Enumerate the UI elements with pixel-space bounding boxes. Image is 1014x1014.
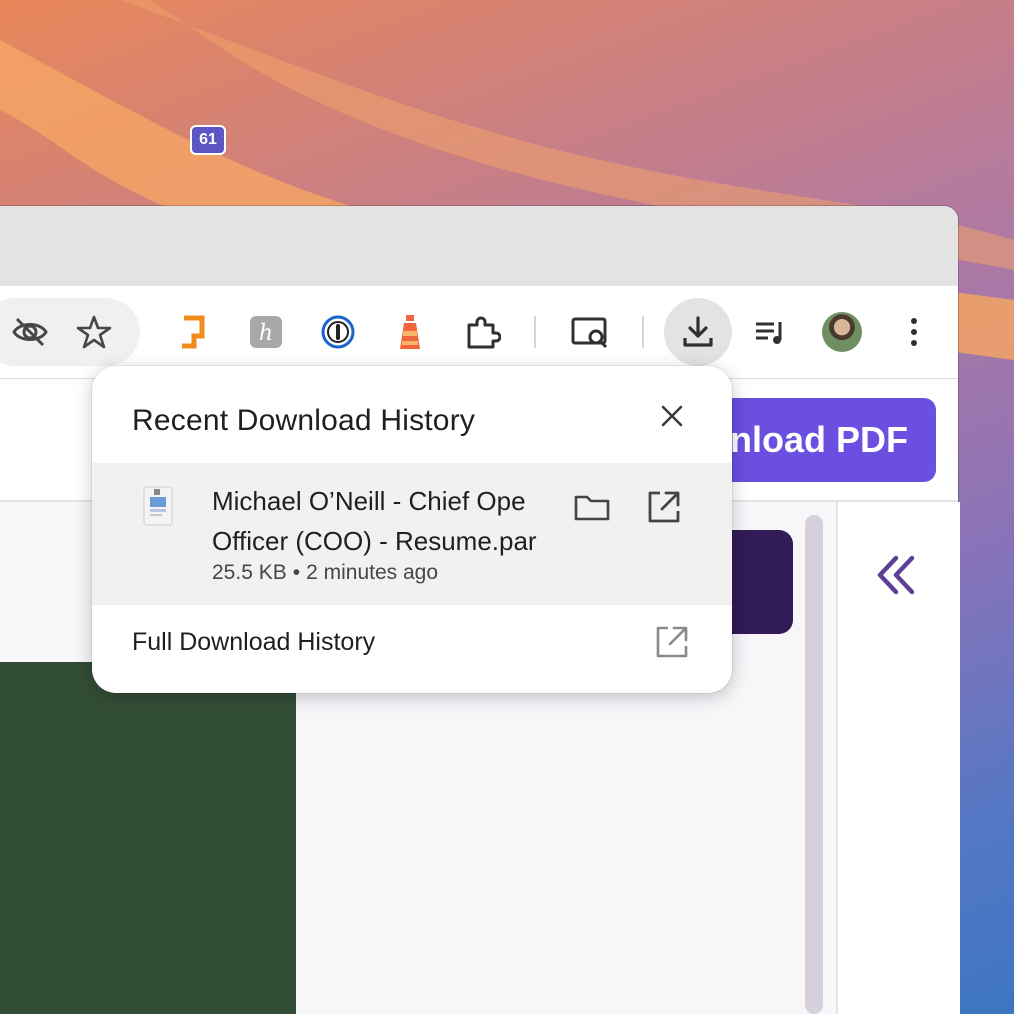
screen-search-icon[interactable] <box>562 304 618 360</box>
star-icon[interactable] <box>66 304 122 360</box>
extension-orange-icon[interactable] <box>166 304 222 360</box>
resume-preview-header <box>0 662 296 1014</box>
download-item[interactable]: Michael O’Neill - Chief Ope Officer (COO… <box>92 463 732 605</box>
tab-strip <box>0 206 958 286</box>
password-manager-icon[interactable] <box>310 304 366 360</box>
scrollbar[interactable] <box>805 515 823 1014</box>
more-vert-icon[interactable] <box>886 304 942 360</box>
puzzle-icon[interactable] <box>454 304 510 360</box>
open-external-icon[interactable] <box>644 487 684 527</box>
honey-icon[interactable]: h <box>238 304 294 360</box>
download-icon[interactable] <box>664 298 732 366</box>
svg-text:h: h <box>259 321 273 346</box>
downloads-bubble: Recent Download History Michael O’Neill … <box>92 366 732 693</box>
file-name-line-2: Officer (COO) - Resume.par <box>212 526 537 556</box>
lighthouse-icon[interactable] <box>382 304 438 360</box>
eye-off-icon[interactable] <box>2 304 58 360</box>
download-meta: 25.5 KB • 2 minutes ago <box>212 561 438 585</box>
file-name-line-1: Michael O’Neill - Chief Ope <box>212 486 526 516</box>
download-pdf-button[interactable]: nload PDF <box>700 398 936 482</box>
toolbar-separator <box>534 316 536 348</box>
profile-avatar[interactable] <box>822 312 862 352</box>
folder-icon[interactable] <box>572 489 612 525</box>
meta-separator: • <box>292 561 301 584</box>
extension-badge-count: 61 <box>190 125 226 155</box>
file-size: 25.5 KB <box>212 561 287 584</box>
file-icon <box>140 485 178 529</box>
chevrons-left-icon[interactable] <box>874 552 920 598</box>
close-icon[interactable] <box>654 398 690 434</box>
open-external-icon[interactable] <box>652 622 692 662</box>
full-download-history-link[interactable]: Full Download History <box>132 628 375 657</box>
downloads-title: Recent Download History <box>132 404 476 437</box>
download-file-name[interactable]: Michael O’Neill - Chief Ope Officer (COO… <box>212 481 562 561</box>
toolbar-separator <box>642 316 644 348</box>
media-control-icon[interactable] <box>742 304 798 360</box>
download-time: 2 minutes ago <box>306 561 439 584</box>
